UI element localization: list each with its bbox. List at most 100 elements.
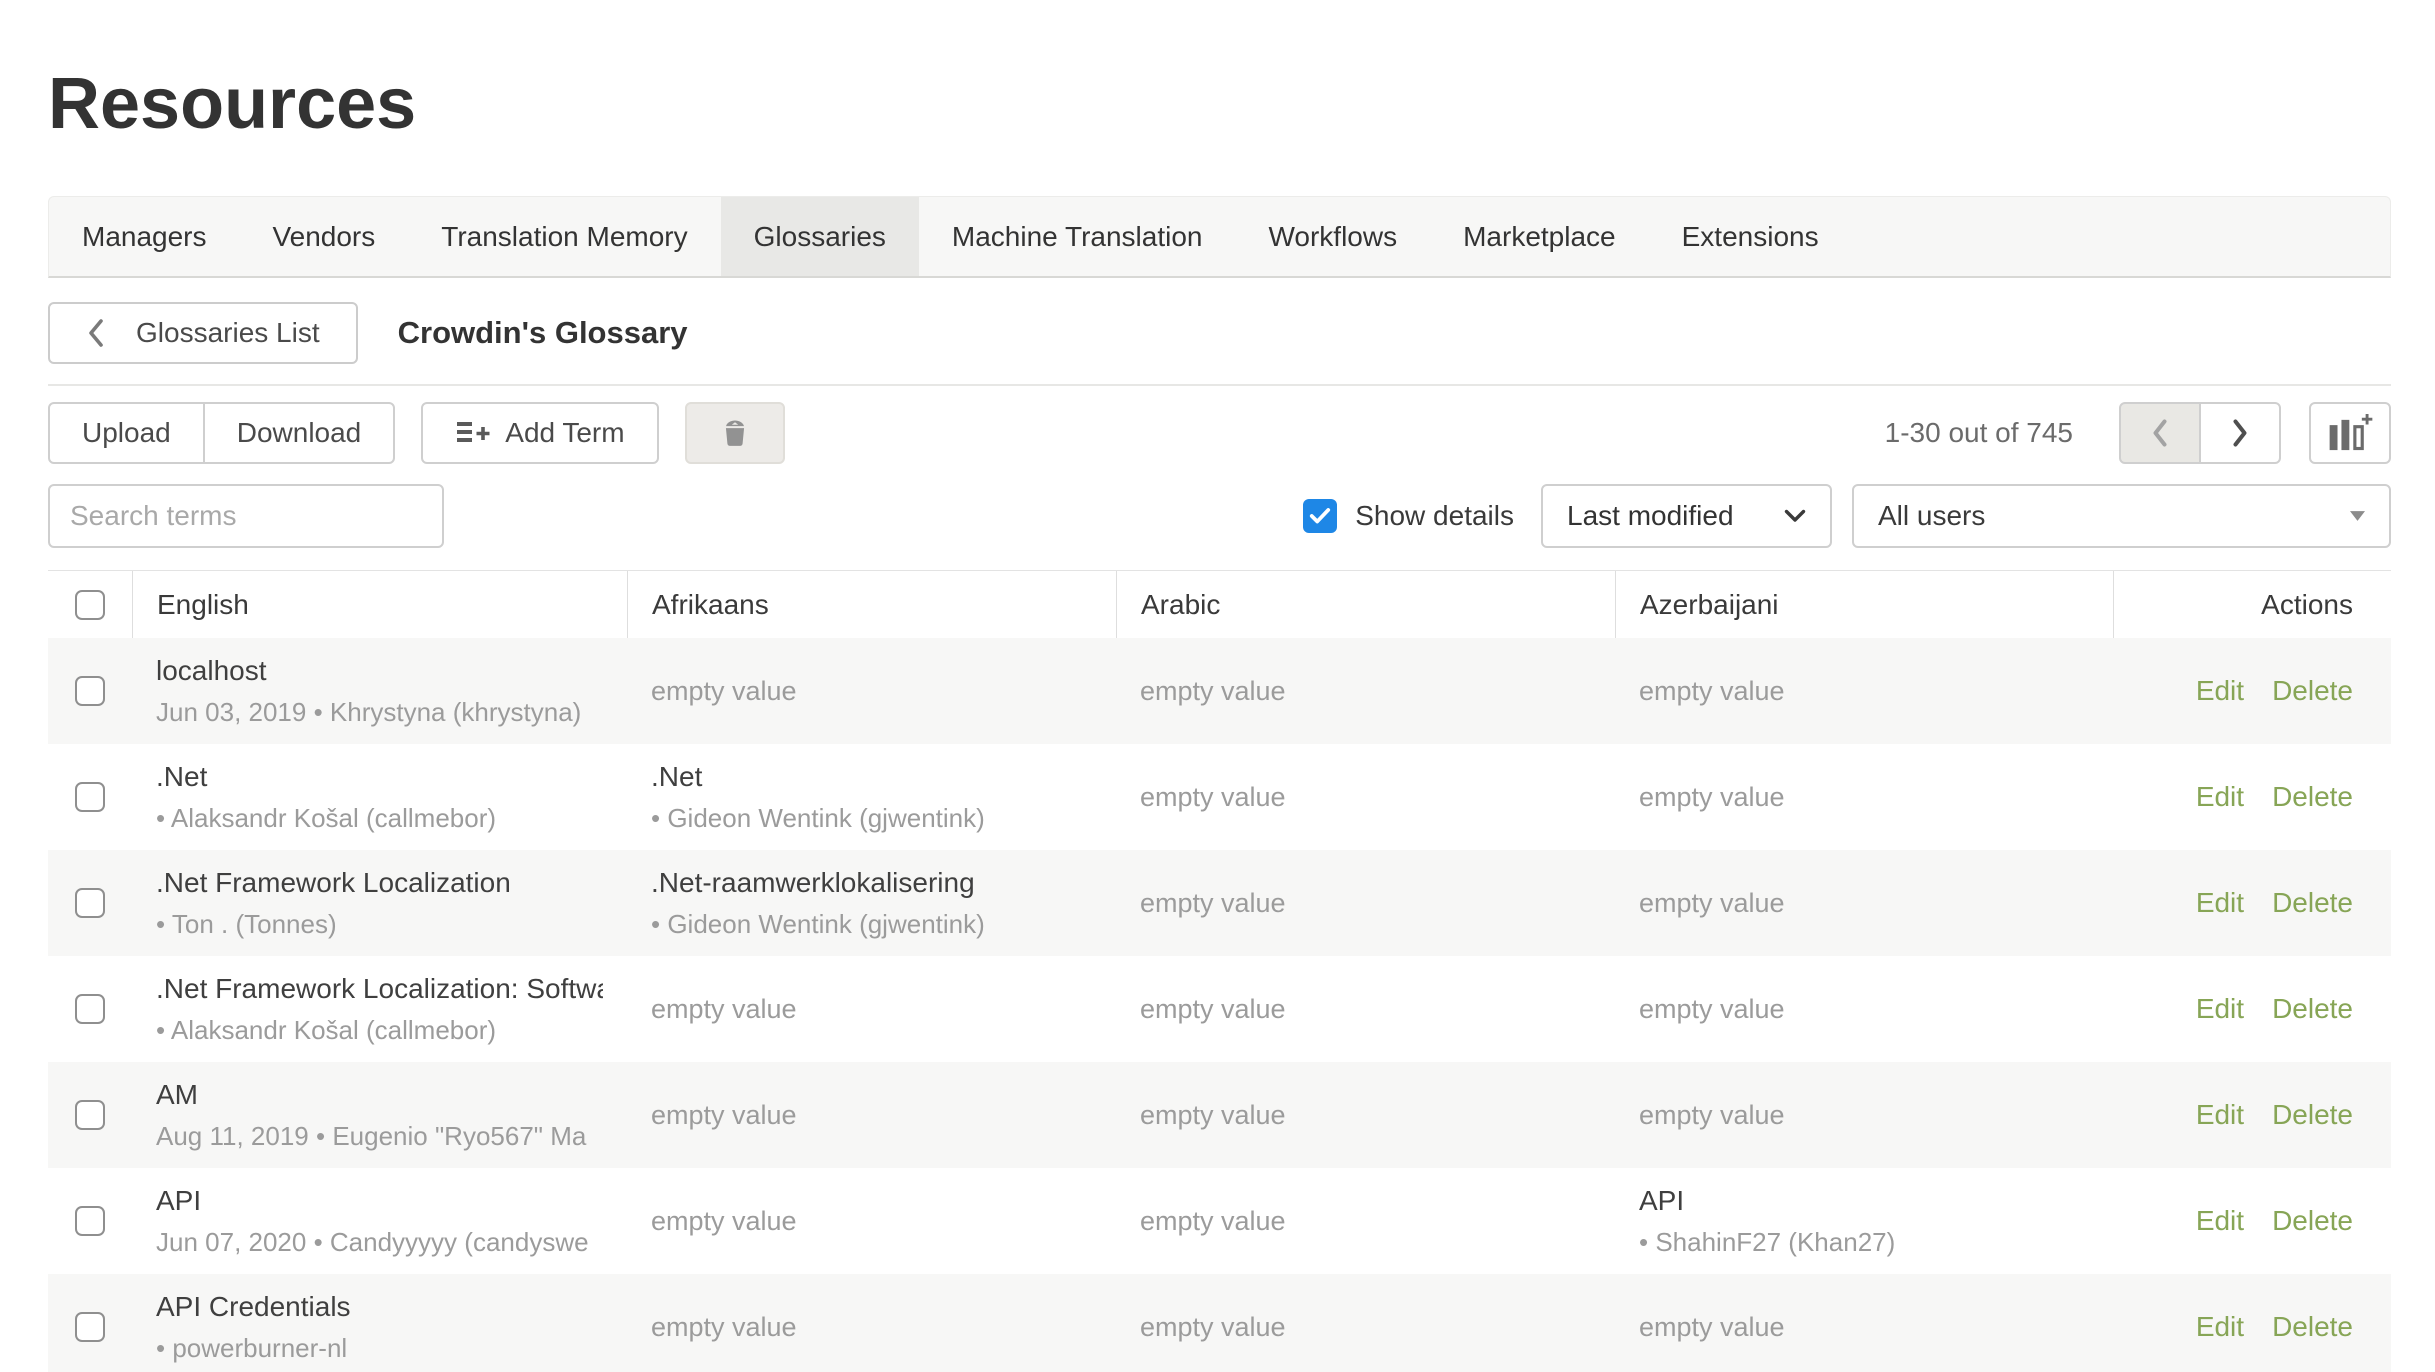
glossaries-list-back-button[interactable]: Glossaries List <box>48 302 358 364</box>
tab-glossaries[interactable]: Glossaries <box>721 197 919 276</box>
cell-actions: Edit Delete <box>2113 1274 2391 1372</box>
section-divider <box>48 384 2391 386</box>
show-details-toggle[interactable]: Show details <box>1303 499 1514 533</box>
header-cell-select <box>48 571 132 638</box>
row-checkbox[interactable] <box>75 1312 105 1342</box>
row-select-cell <box>48 744 132 850</box>
manage-columns-button[interactable] <box>2309 402 2391 464</box>
delete-link[interactable]: Delete <box>2272 781 2353 813</box>
delete-link[interactable]: Delete <box>2272 887 2353 919</box>
pager <box>2119 402 2281 464</box>
caret-down-icon <box>2350 511 2365 521</box>
term-meta: • Gideon Wentink (gjwentink) <box>651 801 1092 835</box>
cell-azerbaijani: API • ShahinF27 (Khan27) <box>1615 1168 2113 1274</box>
tab-extensions[interactable]: Extensions <box>1649 197 1852 276</box>
table-row: API Credentials • powerburner-nl empty v… <box>48 1274 2391 1372</box>
cell-afrikaans: empty value <box>627 1168 1116 1274</box>
delete-link[interactable]: Delete <box>2272 675 2353 707</box>
tab-workflows[interactable]: Workflows <box>1235 197 1430 276</box>
table-row: .Net Framework Localization • Ton . (Ton… <box>48 850 2391 956</box>
cell-actions: Edit Delete <box>2113 1168 2391 1274</box>
term-text: .Net Framework Localization <box>156 865 603 901</box>
upload-download-group: Upload Download <box>48 402 395 464</box>
manage-columns-icon <box>2327 413 2373 453</box>
cell-actions: Edit Delete <box>2113 850 2391 956</box>
term-text: API Credentials <box>156 1289 603 1325</box>
term-text: localhost <box>156 653 603 689</box>
chevron-right-icon <box>2230 418 2250 448</box>
term-text: API <box>1639 1183 2089 1219</box>
term-text: .Net <box>156 759 603 795</box>
empty-value: empty value <box>1639 994 2089 1025</box>
upload-button[interactable]: Upload <box>48 402 205 464</box>
back-button-label: Glossaries List <box>136 317 320 349</box>
edit-link[interactable]: Edit <box>2196 887 2244 919</box>
empty-value: empty value <box>1639 676 2089 707</box>
header-cell-azerbaijani: Azerbaijani <box>1615 571 2113 638</box>
edit-link[interactable]: Edit <box>2196 1311 2244 1343</box>
row-checkbox[interactable] <box>75 676 105 706</box>
row-checkbox[interactable] <box>75 782 105 812</box>
download-button[interactable]: Download <box>203 402 396 464</box>
empty-value: empty value <box>1639 888 2089 919</box>
tab-machine-translation[interactable]: Machine Translation <box>919 197 1236 276</box>
edit-link[interactable]: Edit <box>2196 993 2244 1025</box>
term-meta: • Alaksandr Košal (callmebor) <box>156 1013 603 1047</box>
empty-value: empty value <box>651 1100 1092 1131</box>
filter-row: Show details Last modified All users <box>48 484 2391 548</box>
delete-link[interactable]: Delete <box>2272 993 2353 1025</box>
chevron-left-icon <box>2150 418 2170 448</box>
row-checkbox[interactable] <box>75 994 105 1024</box>
show-details-checkbox[interactable] <box>1303 499 1337 533</box>
previous-page-button[interactable] <box>2119 402 2201 464</box>
row-checkbox[interactable] <box>75 1206 105 1236</box>
row-select-cell <box>48 850 132 956</box>
cell-english: API Credentials • powerburner-nl <box>132 1274 627 1372</box>
edit-link[interactable]: Edit <box>2196 1099 2244 1131</box>
row-checkbox[interactable] <box>75 1100 105 1130</box>
tab-managers[interactable]: Managers <box>49 197 240 276</box>
cell-arabic: empty value <box>1116 956 1615 1062</box>
empty-value: empty value <box>1140 676 1591 707</box>
empty-value: empty value <box>1639 1100 2089 1131</box>
cell-azerbaijani: empty value <box>1615 638 2113 744</box>
search-terms-input[interactable] <box>48 484 444 548</box>
select-all-checkbox[interactable] <box>75 590 105 620</box>
upload-button-label: Upload <box>82 417 171 449</box>
delete-link[interactable]: Delete <box>2272 1205 2353 1237</box>
next-page-button[interactable] <box>2199 402 2281 464</box>
tab-vendors[interactable]: Vendors <box>240 197 409 276</box>
sort-select[interactable]: Last modified <box>1541 484 1832 548</box>
table-header-row: English Afrikaans Arabic Azerbaijani Act… <box>48 570 2391 638</box>
header-cell-arabic: Arabic <box>1116 571 1615 638</box>
row-checkbox[interactable] <box>75 888 105 918</box>
edit-link[interactable]: Edit <box>2196 781 2244 813</box>
cell-arabic: empty value <box>1116 850 1615 956</box>
trash-icon <box>719 413 751 453</box>
edit-link[interactable]: Edit <box>2196 1205 2244 1237</box>
cell-afrikaans: empty value <box>627 1062 1116 1168</box>
cell-afrikaans: empty value <box>627 638 1116 744</box>
add-term-icon <box>455 419 491 447</box>
checkmark-icon <box>1309 507 1331 525</box>
term-text: .Net-raamwerklokalisering <box>651 865 1092 901</box>
edit-link[interactable]: Edit <box>2196 675 2244 707</box>
row-select-cell <box>48 1168 132 1274</box>
back-chevron-icon <box>86 317 106 349</box>
term-text: .Net Framework Localization: Softwa <box>156 971 603 1007</box>
table-row: .Net • Alaksandr Košal (callmebor) .Net … <box>48 744 2391 850</box>
empty-value: empty value <box>1639 782 2089 813</box>
tab-marketplace[interactable]: Marketplace <box>1430 197 1649 276</box>
delete-link[interactable]: Delete <box>2272 1099 2353 1131</box>
glossary-terms-table: English Afrikaans Arabic Azerbaijani Act… <box>48 570 2391 1372</box>
tab-translation-memory[interactable]: Translation Memory <box>408 197 720 276</box>
cell-afrikaans: empty value <box>627 1274 1116 1372</box>
delete-selected-button[interactable] <box>685 402 785 464</box>
cell-english: .Net Framework Localization: Softwa • Al… <box>132 956 627 1062</box>
term-meta: • powerburner-nl <box>156 1331 603 1365</box>
delete-link[interactable]: Delete <box>2272 1311 2353 1343</box>
empty-value: empty value <box>1639 1312 2089 1343</box>
sort-select-value: Last modified <box>1567 500 1734 532</box>
users-filter-select[interactable]: All users <box>1852 484 2391 548</box>
add-term-button[interactable]: Add Term <box>421 402 658 464</box>
